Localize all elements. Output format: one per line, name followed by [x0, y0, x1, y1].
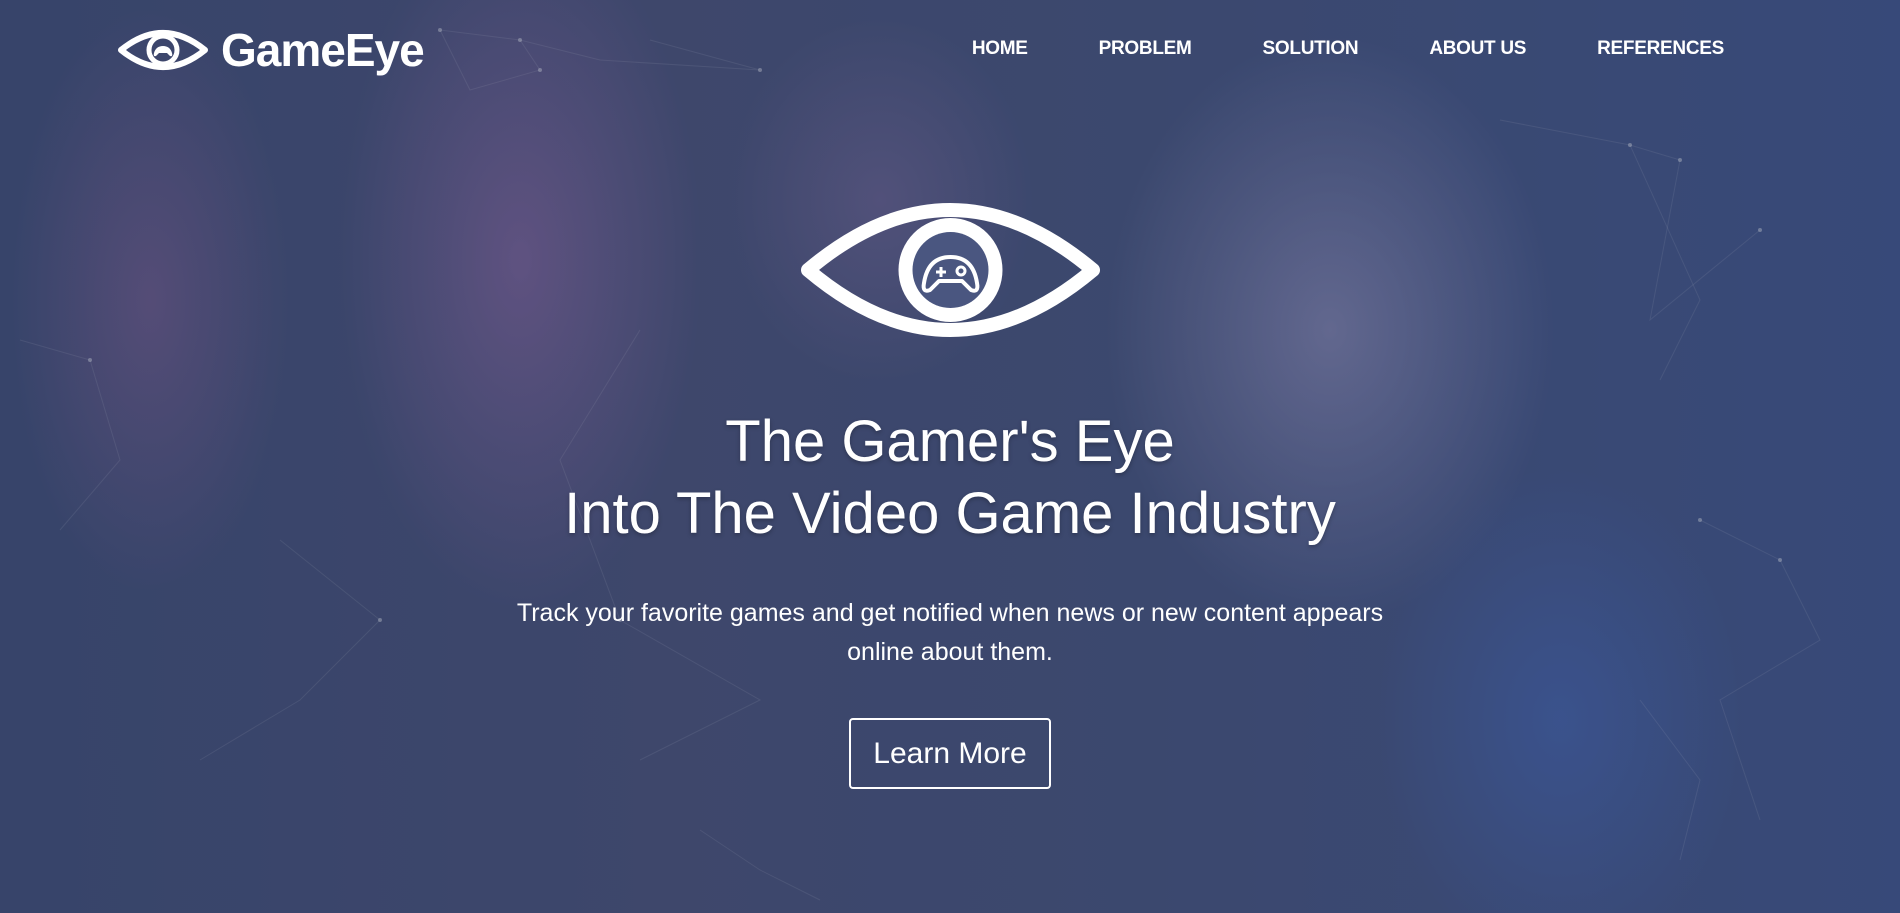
hero-title-line2: Into The Video Game Industry — [564, 481, 1336, 546]
hero-subtitle-line2: online about them. — [847, 638, 1053, 666]
hero-section: The Gamer's Eye Into The Video Game Indu… — [0, 0, 1900, 913]
hero-subtitle-line1: Track your favorite games and get notifi… — [516, 599, 1384, 627]
hero-title: The Gamer's Eye Into The Video Game Indu… — [0, 406, 1900, 550]
hero-subtitle: Track your favorite games and get notifi… — [0, 594, 1900, 672]
eye-gamepad-icon — [801, 203, 1100, 337]
learn-more-button[interactable]: Learn More — [849, 718, 1051, 789]
hero-title-line1: The Gamer's Eye — [725, 409, 1175, 474]
